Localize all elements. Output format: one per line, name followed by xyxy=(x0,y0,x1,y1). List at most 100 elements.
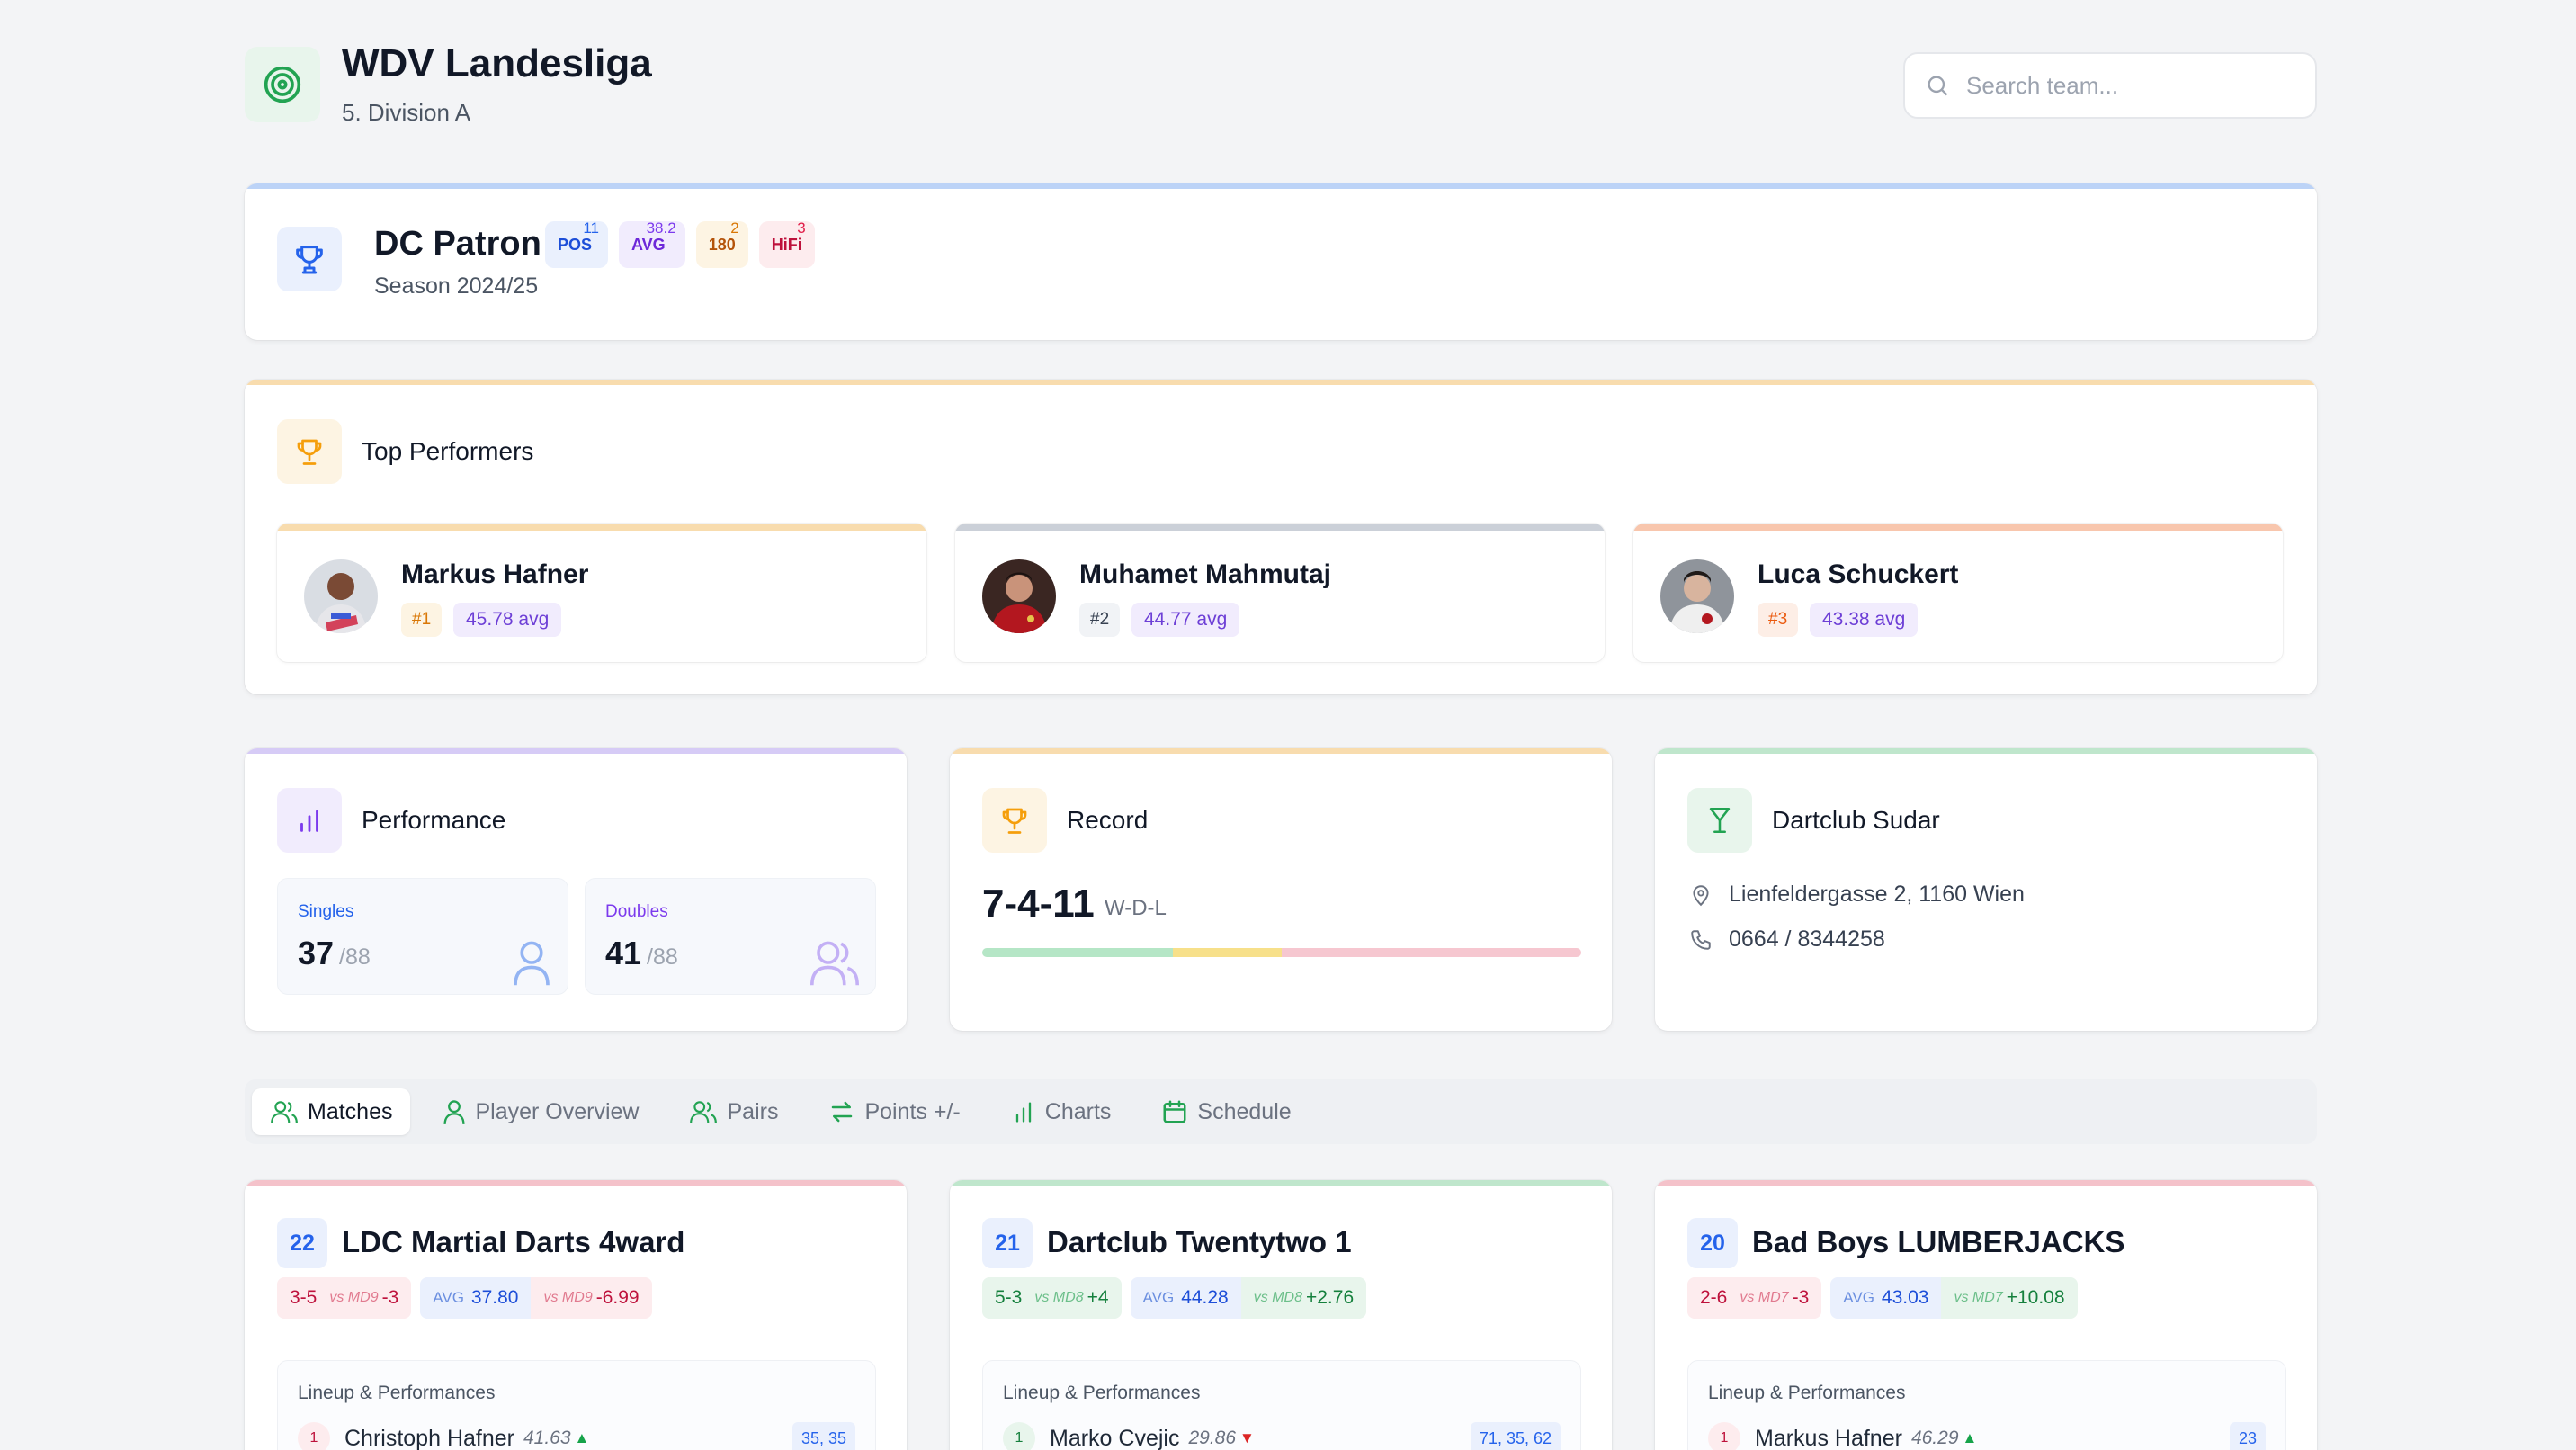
performance-icon-box xyxy=(277,788,342,853)
avg-badge: 43.38 avg xyxy=(1810,603,1919,637)
player-avg: 29.86 xyxy=(1188,1428,1237,1448)
avg-delta: +10.08 xyxy=(2006,1287,2065,1308)
avg-compare: vs MD9 -6.99 xyxy=(531,1277,652,1319)
match-card[interactable]: 20 Bad Boys LUMBERJACKS 2-6 vs MD7 -3 AVG… xyxy=(1655,1180,2317,1450)
search-input[interactable] xyxy=(1966,71,2290,100)
tab-points[interactable]: Points +/- xyxy=(810,1088,978,1135)
performer-card[interactable]: Muhamet Mahmutaj #2 44.77 avg xyxy=(955,524,1605,662)
lineup-row[interactable]: 1 Marko Cvejic 29.86 ▼ 71, 35, 62 xyxy=(1003,1422,1561,1450)
opponent-name: Dartclub Twentytwo 1 xyxy=(1047,1225,1352,1258)
match-stats: 5-3 vs MD8 +4 AVG 44.28 vs MD8 +2.76 xyxy=(982,1277,1367,1319)
glass-icon xyxy=(1709,807,1731,834)
avg-compare: vs MD8 +2.76 xyxy=(1240,1277,1367,1319)
wins-segment xyxy=(982,948,1173,957)
doubles-label: Doubles xyxy=(605,902,668,921)
badge-count: 2 xyxy=(730,219,739,237)
losses-segment xyxy=(1281,948,1581,957)
opponent-name: Bad Boys LUMBERJACKS xyxy=(1752,1225,2125,1258)
record-label: W-D-L xyxy=(1105,896,1167,920)
180-badge: 180 2 xyxy=(695,219,748,268)
performer-card[interactable]: Markus Hafner #1 45.78 avg xyxy=(277,524,926,662)
player-name: Marko Cvejic xyxy=(1050,1425,1180,1450)
avg-delta: -6.99 xyxy=(595,1287,640,1308)
trophy-icon xyxy=(297,439,322,465)
player-name: Christoph Hafner xyxy=(344,1425,514,1450)
performer-card[interactable]: Luca Schuckert #3 43.38 avg xyxy=(1633,524,2283,662)
performers-icon-box xyxy=(277,419,342,484)
arrows-swap-icon xyxy=(832,1101,853,1123)
target-icon xyxy=(264,66,301,103)
score-compare: vs MD8 +4 xyxy=(1034,1277,1121,1319)
trend-down-icon: ▼ xyxy=(1239,1429,1255,1446)
compare-label: vs MD9 xyxy=(543,1290,593,1305)
match-card[interactable]: 22 LDC Martial Darts 4ward 3-5 vs MD9 -3 … xyxy=(245,1180,907,1450)
tab-pairs[interactable]: Pairs xyxy=(671,1088,796,1135)
section-title: Performance xyxy=(362,806,506,834)
tab-charts[interactable]: Charts xyxy=(993,1088,1130,1135)
player-name: Markus Hafner xyxy=(1755,1425,1902,1450)
performer-accent xyxy=(1633,524,2283,531)
avg-compare: vs MD7 +10.08 xyxy=(1941,1277,2078,1319)
score-compare: vs MD7 -3 xyxy=(1740,1277,1821,1319)
doubles-total: /88 xyxy=(647,944,678,970)
rank-badge: #1 xyxy=(401,603,443,637)
rank-badge: #3 xyxy=(1758,603,1799,637)
avatar xyxy=(304,559,378,633)
lineup-label: Lineup & Performances xyxy=(1003,1383,1201,1403)
tab-label: Matches xyxy=(308,1098,393,1124)
singles-total: /88 xyxy=(339,944,371,970)
team-season: Season 2024/25 xyxy=(374,273,539,299)
doubles-value: 41/88 xyxy=(605,935,678,972)
card-accent xyxy=(950,748,1612,754)
venue-phone[interactable]: 0664 / 8344258 xyxy=(1689,926,1885,953)
bar-chart-icon xyxy=(300,810,318,832)
badge-label: HiFi xyxy=(771,235,802,254)
compare-label: vs MD9 xyxy=(329,1290,379,1305)
draws-segment xyxy=(1172,948,1282,957)
avg-value: 43.03 xyxy=(1881,1287,1929,1308)
record-icon-box xyxy=(982,788,1047,853)
team-badges: POS 11 AVG 38.2 180 2 HiFi 3 xyxy=(545,219,815,268)
player-legs: 23 xyxy=(2229,1422,2266,1450)
user-icon xyxy=(514,941,550,986)
tab-player-overview[interactable]: Player Overview xyxy=(425,1088,657,1135)
tab-bar: Matches Player Overview Pairs Points +/-… xyxy=(245,1079,2317,1144)
lineup-panel: Lineup & Performances 1 Christoph Hafner… xyxy=(277,1360,876,1450)
player-avg: 41.63 xyxy=(523,1428,571,1448)
section-title: Top Performers xyxy=(362,437,534,465)
performer-accent xyxy=(955,524,1605,531)
result-accent xyxy=(950,1180,1612,1186)
record-value: 7-4-11 xyxy=(982,882,1095,926)
score-chip: 5-3 vs MD8 +4 xyxy=(982,1277,1122,1319)
card-accent xyxy=(1655,748,2317,754)
tab-schedule[interactable]: Schedule xyxy=(1143,1088,1309,1135)
tab-label: Charts xyxy=(1044,1098,1112,1124)
lineup-row[interactable]: 1 Christoph Hafner 41.63 ▲ 35, 35 xyxy=(298,1422,855,1450)
team-card: DC Patron Season 2024/25 POS 11 AVG 38.2… xyxy=(245,183,2317,340)
avg-badge: 44.77 avg xyxy=(1131,603,1240,637)
performer-name: Markus Hafner xyxy=(401,559,589,589)
player-index: 1 xyxy=(298,1422,330,1450)
badge-count: 38.2 xyxy=(646,219,676,237)
trend-up-icon: ▲ xyxy=(574,1429,590,1446)
app-subtitle: 5. Division A xyxy=(342,99,471,126)
score-compare: vs MD9 -3 xyxy=(329,1277,411,1319)
matchday-number: 21 xyxy=(982,1218,1033,1268)
team-icon-box xyxy=(277,227,342,291)
badge-count: 3 xyxy=(797,219,806,237)
singles-stat: Singles 37/88 xyxy=(277,878,568,995)
section-title: Record xyxy=(1067,806,1149,834)
hifi-badge: HiFi 3 xyxy=(758,219,815,268)
match-card[interactable]: 21 Dartclub Twentytwo 1 5-3 vs MD8 +4 AVG… xyxy=(950,1180,1612,1450)
score-chip: 2-6 vs MD7 -3 xyxy=(1687,1277,1822,1319)
tab-matches[interactable]: Matches xyxy=(252,1088,411,1135)
compare-label: vs MD7 xyxy=(1954,1290,2003,1305)
singles-label: Singles xyxy=(298,902,354,921)
player-index: 1 xyxy=(1708,1422,1740,1450)
avg-label: AVG xyxy=(1843,1289,1874,1306)
badge-label: 180 xyxy=(708,235,736,254)
badge-count: 11 xyxy=(583,219,600,237)
app-title: WDV Landesliga xyxy=(342,41,652,85)
search-box[interactable] xyxy=(1903,52,2317,119)
lineup-row[interactable]: 1 Markus Hafner 46.29 ▲ 23 xyxy=(1708,1422,2266,1450)
